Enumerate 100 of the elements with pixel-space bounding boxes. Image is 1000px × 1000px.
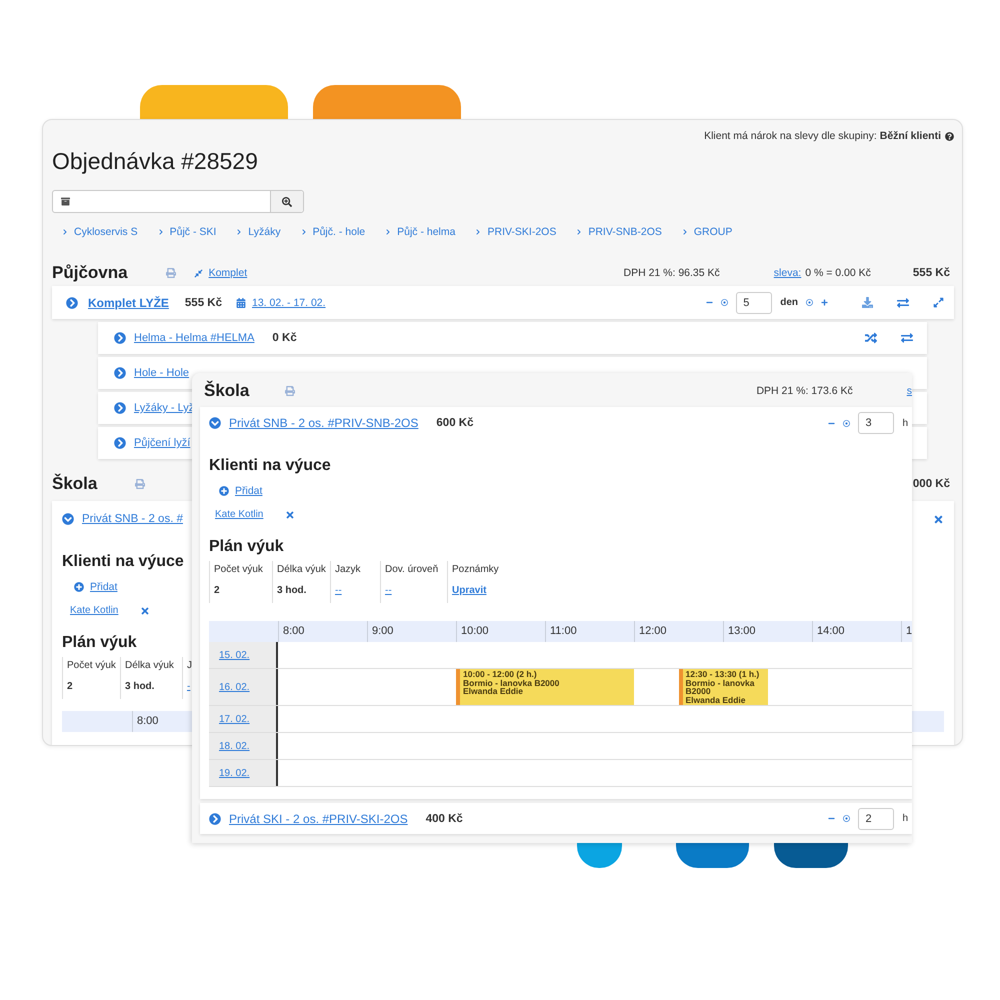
exchange-icon[interactable] xyxy=(901,332,913,344)
sub-item-link[interactable]: Helma - Helma #HELMA xyxy=(134,332,254,344)
chevron-icon xyxy=(300,229,307,235)
hour-label: 1 xyxy=(906,625,912,637)
date-link[interactable]: 17. 02. xyxy=(219,714,250,724)
column-header: Dov. úroveň xyxy=(385,564,440,576)
close-icon[interactable] xyxy=(140,606,150,616)
discount-amount: 0 % = 0.00 Kč xyxy=(805,267,871,279)
breadcrumb-link[interactable]: GROUP xyxy=(682,226,732,238)
discount-link[interactable]: s xyxy=(906,385,912,397)
table-cell-text: 2 xyxy=(67,681,74,693)
column-header: Počet výuk xyxy=(67,660,117,672)
column-header: Poznámky xyxy=(452,564,500,576)
hour-label: 8:00 xyxy=(283,625,304,637)
chevron-icon[interactable] xyxy=(114,332,126,344)
search-field[interactable] xyxy=(52,190,304,213)
expand-icon[interactable] xyxy=(933,297,944,308)
chevron-icon[interactable] xyxy=(114,437,126,449)
discount-link[interactable]: sleva: xyxy=(774,267,802,279)
edit-link[interactable]: Upravit xyxy=(452,585,524,597)
column-header: Délka výuk xyxy=(277,564,327,576)
calendar-icon xyxy=(236,298,246,308)
chevron-icon[interactable] xyxy=(209,812,221,824)
plus-button[interactable] xyxy=(821,299,828,306)
breadcrumb-link[interactable]: Půjč - SKI xyxy=(158,226,216,238)
section-total: 000 Kč xyxy=(912,478,950,490)
minus-button[interactable] xyxy=(706,299,714,306)
chevron-icon xyxy=(62,229,68,235)
breadcrumb-link[interactable]: PRIV-SNB-2OS xyxy=(576,226,662,238)
column-header: Jazyk xyxy=(335,564,362,576)
chevron-icon xyxy=(682,229,688,235)
sub-item-link[interactable]: Půjčení lyží xyxy=(134,437,190,449)
vat-amount: DPH 21 %: 96.35 Kč xyxy=(623,267,720,279)
table-cell-text: 3 hod. xyxy=(277,585,308,597)
add-link[interactable]: Přidat xyxy=(74,581,118,593)
date-link[interactable]: 18. 02. xyxy=(219,740,250,752)
hours-field[interactable]: 3 xyxy=(858,412,894,434)
lesson-event[interactable]: 10:00 - 12:00 (2 h.) Bormio - lanovka B2000 Elwanda Eddie xyxy=(456,669,634,705)
section-heading: Škola xyxy=(52,474,98,494)
compress-icon xyxy=(194,268,203,278)
client-link[interactable]: Kate Kotlin xyxy=(215,509,264,520)
value-link[interactable]: -- xyxy=(335,585,377,597)
exchange-icon[interactable] xyxy=(897,296,909,308)
lesson-link[interactable]: Privát SNB - 2 os. # xyxy=(82,513,183,525)
breadcrumb-link[interactable]: Půjč. - hole xyxy=(300,226,366,238)
hour-label: 14:00 xyxy=(817,625,845,637)
chevron-icon xyxy=(576,229,582,235)
section-heading: Škola xyxy=(204,381,250,401)
section-heading: Plán výuk xyxy=(62,634,137,652)
breadcrumb-link[interactable]: Půjč - helma xyxy=(385,226,456,238)
lesson-link[interactable]: Privát SNB - 2 os. #PRIV-SNB-2OS xyxy=(229,416,418,430)
chevron-icon[interactable] xyxy=(62,513,74,525)
section-heading: Půjčovna xyxy=(52,263,128,283)
bundle-link[interactable]: Komplet xyxy=(194,267,248,279)
chevron-icon xyxy=(158,229,164,235)
value-link[interactable]: -- xyxy=(385,585,444,597)
date-link[interactable]: 16. 02. xyxy=(219,682,250,692)
section-heading: Klienti na výuce xyxy=(62,553,184,571)
chevron-icon[interactable] xyxy=(114,367,126,379)
unit-label: h xyxy=(902,813,908,824)
unit-label: h xyxy=(902,418,908,428)
chevron-icon[interactable] xyxy=(66,296,78,308)
archive-icon xyxy=(61,197,70,206)
help-icon[interactable] xyxy=(945,132,954,140)
plus-icon xyxy=(219,486,229,496)
date-link[interactable]: 15. 02. xyxy=(219,650,250,660)
breadcrumb-link[interactable]: PRIV-SKI-2OS xyxy=(475,226,556,238)
chevron-icon xyxy=(236,229,242,235)
close-icon[interactable] xyxy=(933,514,944,524)
hour-label: 8:00 xyxy=(137,715,158,727)
download-icon[interactable] xyxy=(862,297,873,308)
sub-item-price: 0 Kč xyxy=(272,332,297,344)
column-header: J xyxy=(187,660,193,672)
hours-field[interactable]: 2 xyxy=(858,808,894,830)
chevron-icon[interactable] xyxy=(114,402,126,414)
breadcrumb-link[interactable]: Lyžáky xyxy=(236,226,281,238)
add-link[interactable]: Přidat xyxy=(219,485,262,497)
breadcrumb-link[interactable]: Cykloservis S xyxy=(62,226,138,238)
search-button[interactable] xyxy=(270,191,303,212)
chevron-icon xyxy=(385,229,392,235)
section-heading: Plán výuk xyxy=(209,538,284,556)
chevron-icon[interactable] xyxy=(209,417,221,429)
discount-note: Klient má nárok na slevy dle skupiny: Běžní klienti xyxy=(704,130,941,142)
item-link[interactable]: Komplet LYŽE xyxy=(88,296,169,310)
minus-button[interactable] xyxy=(828,815,836,822)
shuffle-icon[interactable] xyxy=(865,332,877,344)
hour-label: 10:00 xyxy=(461,625,489,637)
column-header: Počet výuk xyxy=(214,564,264,576)
lesson-price: 400 Kč xyxy=(426,812,463,824)
order-title: Objednávka #28529 xyxy=(52,148,259,175)
chevron-icon xyxy=(475,229,482,235)
close-icon[interactable] xyxy=(285,510,296,520)
sub-item-link[interactable]: Hole - Hole xyxy=(134,367,190,379)
hour-label: 9:00 xyxy=(372,625,394,637)
client-link[interactable]: Kate Kotlin xyxy=(70,605,118,616)
lesson-link[interactable]: Privát SKI - 2 os. #PRIV-SKI-2OS xyxy=(229,812,408,826)
quantity-field[interactable]: 5 xyxy=(736,292,772,314)
date-link[interactable]: 13. 02. - 17. 02. xyxy=(236,296,326,308)
lesson-event[interactable]: 12:30 - 13:30 (1 h.) Bormio - lanovka B2000 Elwanda Eddie xyxy=(678,669,768,705)
date-link[interactable]: 19. 02. xyxy=(219,768,250,778)
